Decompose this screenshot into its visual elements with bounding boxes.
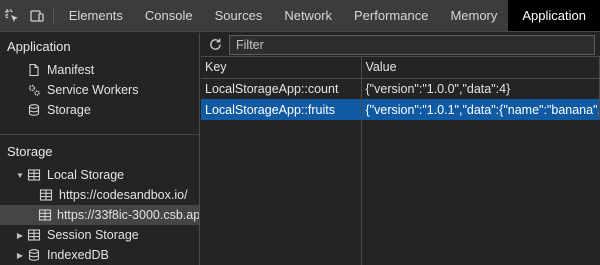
tab-sources[interactable]: Sources xyxy=(204,0,274,31)
collapse-arrow-icon[interactable]: ▶ xyxy=(14,251,26,260)
cell-key[interactable]: LocalStorageApp::count xyxy=(201,78,362,99)
inspect-icon xyxy=(5,8,19,22)
expand-arrow-icon[interactable]: ▼ xyxy=(14,171,26,180)
table-icon xyxy=(26,167,42,183)
devtools-tab-bar: Elements Console Sources Network Perform… xyxy=(0,0,600,32)
sidebar-item-local-storage[interactable]: ▼ Local Storage xyxy=(0,165,199,185)
sidebar-item-service-workers[interactable]: Service Workers xyxy=(0,80,199,100)
cell-value[interactable]: {"version":"1.0.1","data":{"name":"banan… xyxy=(361,99,600,120)
sidebar-item-label: https://33f8ic-3000.csb.app xyxy=(57,208,200,222)
toolbar-divider xyxy=(52,7,54,24)
storage-section-title: Storage xyxy=(7,144,53,159)
table-row-selected[interactable]: LocalStorageApp::fruits {"version":"1.0.… xyxy=(201,99,600,120)
sidebar-item-label: Local Storage xyxy=(47,168,125,182)
sidebar-item-label: Manifest xyxy=(47,63,95,77)
sidebar-item-label: https://codesandbox.io/ xyxy=(59,188,188,202)
sidebar-item-label: Storage xyxy=(47,103,91,117)
tab-console[interactable]: Console xyxy=(134,0,204,31)
sidebar-divider xyxy=(0,134,199,135)
gears-icon xyxy=(26,82,42,98)
table-header-row: Key Value xyxy=(201,57,600,79)
sidebar-item-manifest[interactable]: Manifest xyxy=(0,60,199,80)
table-icon xyxy=(38,207,52,223)
tab-elements[interactable]: Elements xyxy=(58,0,134,31)
sidebar-item-label: IndexedDB xyxy=(47,248,109,262)
tab-performance[interactable]: Performance xyxy=(343,0,439,31)
local-storage-table: Key Value LocalStorageApp::count {"versi… xyxy=(201,57,600,120)
column-divider xyxy=(361,100,362,265)
table-icon xyxy=(38,187,54,203)
device-icon xyxy=(29,9,44,22)
sidebar-item-indexeddb[interactable]: ▶ IndexedDB xyxy=(0,245,199,265)
refresh-icon xyxy=(209,38,221,50)
table-icon xyxy=(26,227,42,243)
refresh-button[interactable] xyxy=(201,37,229,52)
sidebar-item-label: Session Storage xyxy=(47,228,139,242)
sidebar-item-origin-codesandbox[interactable]: https://codesandbox.io/ xyxy=(0,185,199,205)
filter-input[interactable] xyxy=(229,34,595,55)
filter-toolbar xyxy=(201,33,600,57)
column-header-key[interactable]: Key xyxy=(201,57,362,79)
database-icon xyxy=(26,102,42,118)
tab-application[interactable]: Application xyxy=(508,0,600,31)
cell-key[interactable]: LocalStorageApp::fruits xyxy=(201,99,362,120)
storage-detail-pane: Key Value LocalStorageApp::count {"versi… xyxy=(201,33,600,265)
cell-value[interactable]: {"version":"1.0.0","data":4} xyxy=(361,78,600,99)
application-section-title: Application xyxy=(7,39,71,54)
document-icon xyxy=(26,62,42,78)
sidebar-item-label: Service Workers xyxy=(47,83,139,97)
column-header-value[interactable]: Value xyxy=(361,57,600,79)
tab-memory[interactable]: Memory xyxy=(439,0,508,31)
inspect-element-button[interactable] xyxy=(0,0,24,31)
table-row[interactable]: LocalStorageApp::count {"version":"1.0.0… xyxy=(201,78,600,99)
sidebar-item-storage[interactable]: Storage xyxy=(0,100,199,120)
application-sidebar: Application Manifest Service Workers Sto… xyxy=(0,33,200,265)
sidebar-item-session-storage[interactable]: ▶ Session Storage xyxy=(0,225,199,245)
device-toolbar-button[interactable] xyxy=(24,0,48,31)
sidebar-item-origin-csb-app[interactable]: https://33f8ic-3000.csb.app xyxy=(0,205,199,225)
collapse-arrow-icon[interactable]: ▶ xyxy=(14,231,26,240)
database-icon xyxy=(26,247,42,263)
tab-network[interactable]: Network xyxy=(273,0,343,31)
